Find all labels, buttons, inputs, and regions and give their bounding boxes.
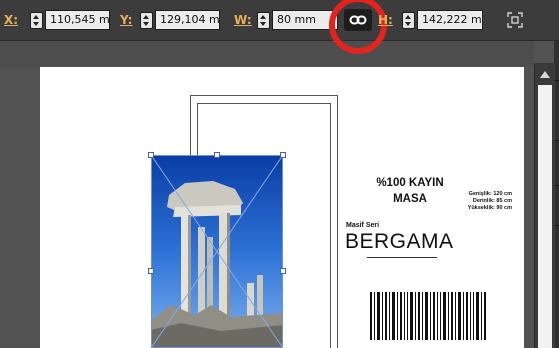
brand-name: BERGAMA xyxy=(345,230,454,253)
scroll-up-arrow-icon[interactable] xyxy=(540,71,550,78)
brand-underline xyxy=(367,257,437,258)
dimension-specs: Genişlik: 120 cm Derinlik: 85 cm Yüksekl… xyxy=(456,191,512,212)
resize-handle-top-left[interactable] xyxy=(148,152,154,158)
x-stepper[interactable] xyxy=(30,12,43,29)
x-position-field[interactable]: 110,545 mm xyxy=(45,10,110,30)
resize-handle-middle-left[interactable] xyxy=(148,268,154,274)
x-label: X: xyxy=(4,13,19,27)
resize-handle-middle-right[interactable] xyxy=(280,268,286,274)
ruins-photo[interactable] xyxy=(151,155,283,348)
pasteboard-strip xyxy=(0,41,534,67)
fit-frame-icon xyxy=(507,12,523,28)
fit-frame-button[interactable] xyxy=(505,10,525,30)
height-field[interactable]: 142,222 mm xyxy=(417,10,483,30)
spec-height: Yükseklik: 90 cm xyxy=(467,205,512,211)
barcode-image xyxy=(370,292,486,340)
series-label: Masif Seri xyxy=(346,222,380,229)
vertical-scrollbar[interactable] xyxy=(534,63,555,348)
y-stepper[interactable] xyxy=(140,12,153,29)
spec-width: Genişlik: 120 cm xyxy=(468,191,512,197)
scrollbar-thumb[interactable] xyxy=(538,85,552,348)
heading-line-1: %100 KAYIN xyxy=(376,177,444,189)
product-heading: %100 KAYIN MASA xyxy=(360,175,460,207)
y-label: Y: xyxy=(120,13,133,27)
y-position-field[interactable]: 129,104 mm xyxy=(155,10,220,30)
resize-handle-top-center[interactable] xyxy=(214,152,220,158)
w-label: W: xyxy=(234,13,252,27)
temple-columns-image xyxy=(151,155,283,348)
w-stepper[interactable] xyxy=(257,12,270,29)
heading-line-2: MASA xyxy=(393,193,427,205)
control-panel: X: 110,545 mm Y: 129,104 mm W: 80 mm H: … xyxy=(0,0,559,54)
resize-handle-top-right[interactable] xyxy=(280,152,286,158)
h-stepper[interactable] xyxy=(402,12,415,29)
spec-depth: Derinlik: 85 cm xyxy=(472,198,512,204)
h-label: H: xyxy=(378,13,393,27)
